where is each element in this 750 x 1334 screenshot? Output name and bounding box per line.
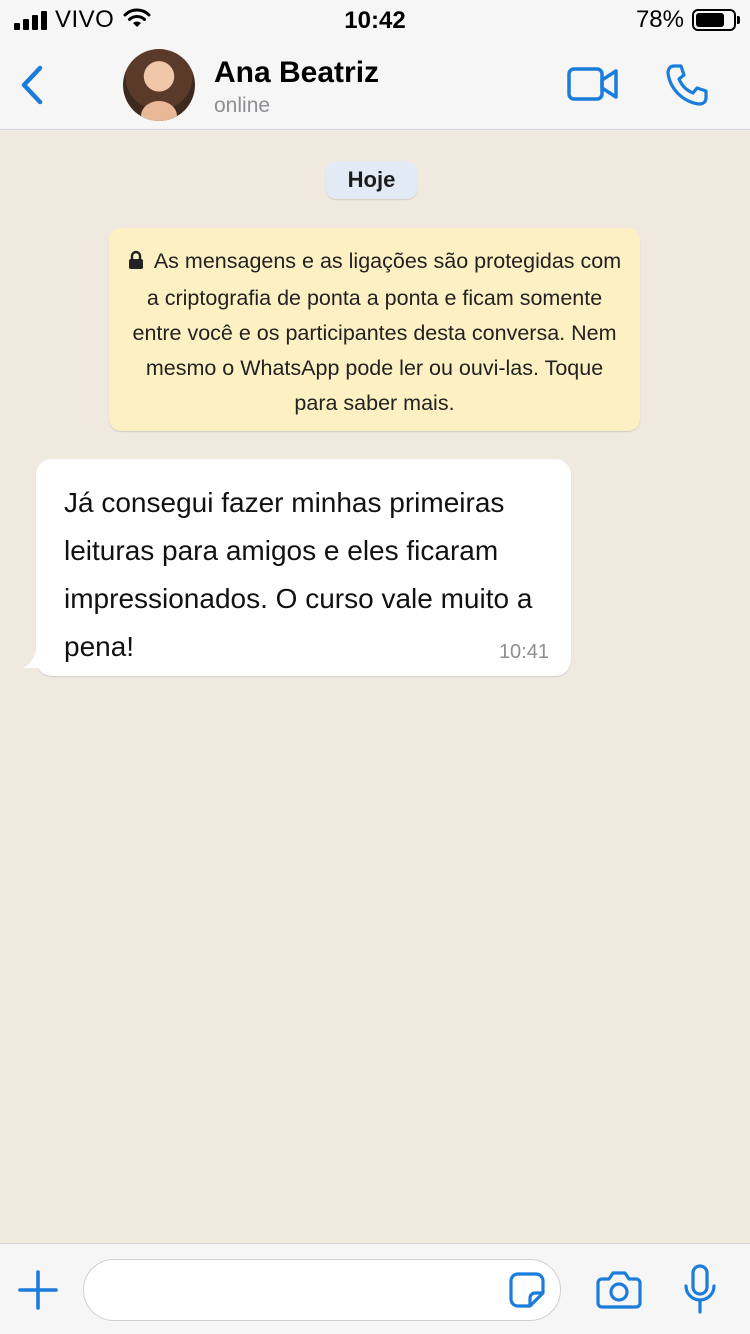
chat-area[interactable]: Hoje As mensagens e as ligações são prot… (0, 131, 750, 1243)
signal-icon (14, 10, 47, 30)
wifi-icon (122, 7, 152, 34)
microphone-icon (684, 1264, 716, 1314)
battery-icon (692, 9, 740, 31)
input-bar (0, 1243, 750, 1334)
plus-icon (18, 1270, 58, 1310)
carrier-label: VIVO (55, 6, 115, 33)
message-input[interactable] (83, 1259, 561, 1321)
sticker-icon (509, 1272, 545, 1308)
encryption-notice-text: As mensagens e as ligações são protegida… (132, 249, 622, 415)
camera-icon (596, 1271, 642, 1309)
sticker-button[interactable] (508, 1271, 546, 1309)
status-left: VIVO (14, 6, 152, 34)
incoming-message[interactable]: Já consegui fazer minhas primeiras leitu… (22, 459, 571, 676)
battery-fill (696, 13, 725, 27)
lock-icon (128, 246, 144, 281)
microphone-button[interactable] (683, 1264, 717, 1316)
back-button[interactable] (12, 58, 52, 112)
status-right: 78% (635, 6, 740, 34)
avatar[interactable] (123, 49, 195, 121)
contact-name[interactable]: Ana Beatriz (214, 56, 379, 90)
message-text: Já consegui fazer minhas primeiras leitu… (64, 487, 533, 662)
contact-status: online (214, 94, 271, 117)
bubble-tail (22, 646, 40, 668)
encryption-notice[interactable]: As mensagens e as ligações são protegida… (109, 228, 640, 431)
chevron-left-icon (21, 65, 43, 105)
date-separator: Hoje (326, 161, 417, 199)
camera-button[interactable] (596, 1268, 642, 1310)
voice-call-button[interactable] (664, 62, 710, 108)
status-bar: VIVO 10:42 78% (0, 0, 750, 40)
battery-percent: 78% (635, 6, 684, 33)
message-time: 10:41 (498, 641, 549, 663)
video-call-button[interactable] (566, 64, 620, 104)
attach-button[interactable] (16, 1268, 60, 1312)
phone-icon (666, 64, 708, 106)
video-camera-icon (567, 67, 618, 101)
chat-header: Ana Beatriz online (0, 40, 750, 130)
